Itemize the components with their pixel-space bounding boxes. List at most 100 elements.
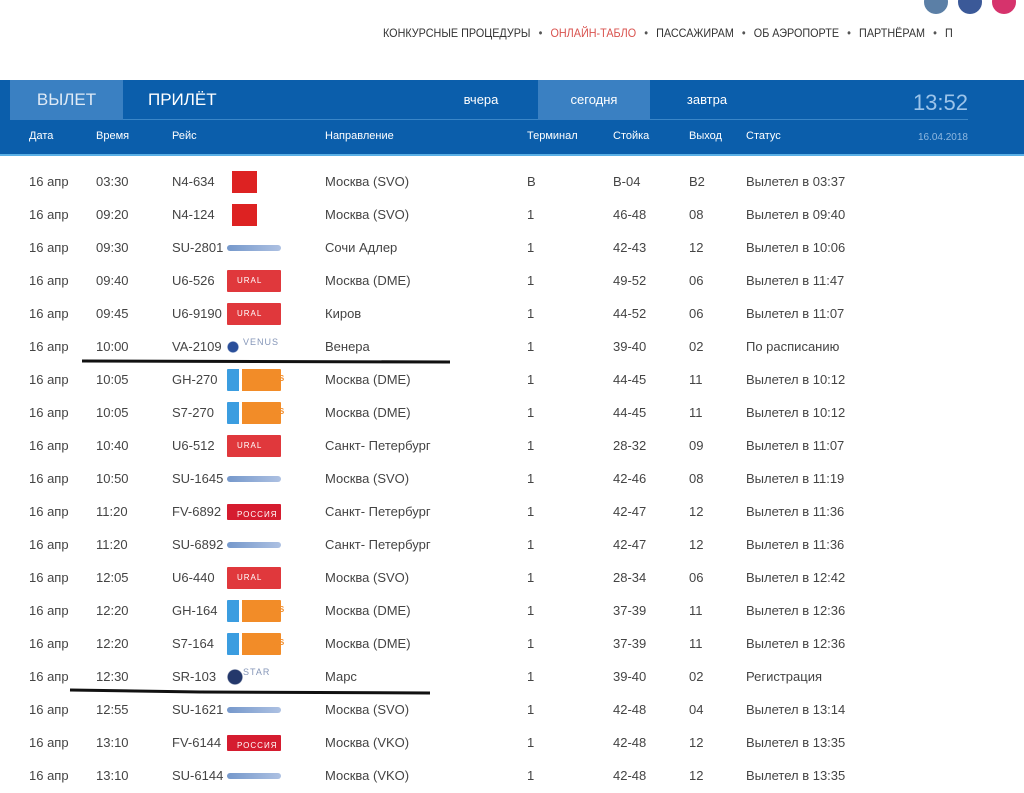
gate-cell: 02 xyxy=(689,339,704,354)
status-cell: Вылетел в 11:36 xyxy=(746,504,845,519)
table-row[interactable]: 16 апр 10:40 U6-512 URAL Санкт- Петербург 1 28… xyxy=(0,430,1024,463)
destination-cell: Москва (DME) xyxy=(325,603,411,618)
terminal-cell: 1 xyxy=(527,768,535,783)
table-row[interactable]: 16 апр 12:20 GH-164 GLOBUS Москва (DME) 1 37-3… xyxy=(0,595,1024,628)
status-cell: Вылетел в 10:12 xyxy=(746,405,846,420)
table-row[interactable]: 16 апр 11:20 SU-6892 Санкт- Петербург 1 42-47… xyxy=(0,529,1024,562)
flight-cell: N4-124 xyxy=(172,207,215,222)
counter-cell: 42-47 xyxy=(613,537,647,552)
date-cell: 16 апр xyxy=(29,702,69,717)
table-row[interactable]: 16 апр 09:45 U6-9190 URAL Киров 1 44-52 06 Вылет… xyxy=(0,298,1024,331)
flight-cell: FV-6892 xyxy=(172,504,222,519)
column-header: Время xyxy=(96,130,130,142)
nav-link[interactable]: ОБ АЭРОПОРТЕ xyxy=(754,26,839,40)
flight-cell: GH-164 xyxy=(172,603,218,618)
gate-cell: 02 xyxy=(689,669,704,684)
facebook-icon[interactable] xyxy=(958,0,982,14)
date-cell: 16 апр xyxy=(29,207,69,222)
date-cell: 16 апр xyxy=(29,570,69,585)
terminal-cell: 1 xyxy=(527,273,535,288)
flight-cell: SU-2801 xyxy=(172,240,224,255)
gate-cell: 11 xyxy=(689,603,703,618)
destination-cell: Москва (VKO) xyxy=(325,735,410,750)
status-cell: Вылетел в 11:19 xyxy=(746,471,845,486)
status-cell: Вылетел в 11:36 xyxy=(746,537,845,552)
board-tabs: ВЫЛЕТ ПРИЛЁТ вчера сегодня завтра xyxy=(10,80,968,120)
status-cell: Вылетел в 10:06 xyxy=(746,240,846,255)
table-row[interactable]: 16 апр 12:30 SR-103 STAR Марс 1 39-40 02 Регистр… xyxy=(0,661,1024,694)
gate-cell: 12 xyxy=(689,537,704,552)
aeroflot-logo xyxy=(227,245,281,251)
status-cell: Вылетел в 12:42 xyxy=(746,570,846,585)
starlines-logo: STAR xyxy=(227,666,281,688)
vk-icon[interactable] xyxy=(924,0,948,14)
table-row[interactable]: 16 апр 13:10 FV-6144 РОССИЯ Москва (VKO) 1 42-… xyxy=(0,727,1024,760)
gate-cell: 06 xyxy=(689,273,704,288)
flight-cell: SU-1645 xyxy=(172,471,224,486)
table-row[interactable]: 16 апр 12:20 S7-164 GLOBUS Москва (DME) 1 37-3… xyxy=(0,628,1024,661)
table-row[interactable]: 16 апр 12:05 U6-440 URAL Москва (SVO) 1 28-34 0… xyxy=(0,562,1024,595)
counter-cell: 28-34 xyxy=(613,570,647,585)
date-cell: 16 апр xyxy=(29,636,69,651)
ural-logo: URAL xyxy=(227,567,281,589)
tab-departures[interactable]: ВЫЛЕТ xyxy=(10,80,123,120)
time-cell: 12:20 xyxy=(96,636,129,651)
table-row[interactable]: 16 апр 09:20 N4-124 Москва (SVO) 1 46-48 08 Выл… xyxy=(0,199,1024,232)
destination-cell: Сочи Адлер xyxy=(325,240,398,255)
gate-cell: 11 xyxy=(689,372,703,387)
time-cell: 09:30 xyxy=(96,240,129,255)
instagram-icon[interactable] xyxy=(992,0,1016,14)
tab-arrivals[interactable]: ПРИЛЁТ xyxy=(148,80,217,120)
date-cell: 16 апр xyxy=(29,438,69,453)
table-row[interactable]: 16 апр 12:55 SU-1621 Москва (SVO) 1 42-48 04 Вы… xyxy=(0,694,1024,727)
flight-cell: SU-6144 xyxy=(172,768,224,783)
flight-cell: SR-103 xyxy=(172,669,217,684)
rossiya-logo: РОССИЯ xyxy=(227,735,281,751)
counter-cell: 46-48 xyxy=(613,207,647,222)
ural-logo: URAL xyxy=(227,435,281,457)
flight-cell: U6-526 xyxy=(172,273,215,288)
time-cell: 09:20 xyxy=(96,207,129,222)
globus-logo: GLOBUS xyxy=(227,402,284,424)
date-cell: 16 апр xyxy=(29,669,69,684)
gate-cell: B2 xyxy=(689,174,705,189)
table-row[interactable]: 16 апр 09:40 U6-526 URAL Москва (DME) 1 49-52 0… xyxy=(0,265,1024,298)
nav-link[interactable]: ПАРТНЁРАМ xyxy=(859,26,925,40)
terminal-cell: 1 xyxy=(527,207,535,222)
terminal-cell: 1 xyxy=(527,405,535,420)
flight-cell: S7-164 xyxy=(172,636,214,651)
counter-cell: 28-32 xyxy=(613,438,647,453)
table-row[interactable]: 16 апр 11:20 FV-6892 РОССИЯ Санкт- Петербург… xyxy=(0,496,1024,529)
flight-cell: N4-634 xyxy=(172,174,215,189)
gate-cell: 12 xyxy=(689,240,704,255)
day-yesterday[interactable]: вчера xyxy=(440,80,522,120)
nav-link[interactable]: ОНЛАЙН-ТАБЛО xyxy=(550,26,636,40)
time-cell: 03:30 xyxy=(96,174,129,189)
ural-logo: URAL xyxy=(227,270,281,292)
date-cell: 16 апр xyxy=(29,537,69,552)
destination-cell: Москва (SVO) xyxy=(325,570,410,585)
nav-link[interactable]: П xyxy=(945,26,953,40)
table-row[interactable]: 16 апр 10:05 GH-270 GLOBUS Москва (DME) 1 44-4… xyxy=(0,364,1024,397)
counter-cell: 42-48 xyxy=(613,702,647,717)
destination-cell: Санкт- Петербург xyxy=(325,504,431,519)
table-row[interactable]: 16 апр 10:50 SU-1645 Москва (SVO) 1 42-46 08 Вы… xyxy=(0,463,1024,496)
destination-cell: Москва (VKO) xyxy=(325,768,410,783)
table-row[interactable]: 16 апр 09:30 SU-2801 Сочи Адлер 1 42-43 12 Выле… xyxy=(0,232,1024,265)
table-row[interactable]: 16 апр 13:10 SU-6144 Москва (VKO) 1 42-48 12 Вы… xyxy=(0,760,1024,793)
table-row[interactable]: 16 апр 03:30 N4-634 Москва (SVO) B B-04 B2 Выле… xyxy=(0,166,1024,199)
nav-link[interactable]: КОНКУРСНЫЕ ПРОЦЕДУРЫ xyxy=(383,26,530,40)
day-today[interactable]: сегодня xyxy=(538,80,650,120)
date-cell: 16 апр xyxy=(29,504,69,519)
date-cell: 16 апр xyxy=(29,372,69,387)
table-row[interactable]: 16 апр 10:00 VA-2109 VENUS Венера 1 39-40 02 По … xyxy=(0,331,1024,364)
date-cell: 16 апр xyxy=(29,339,69,354)
column-header: Статус xyxy=(746,130,781,142)
table-row[interactable]: 16 апр 10:05 S7-270 GLOBUS Москва (DME) 1 44-4… xyxy=(0,397,1024,430)
nav-link[interactable]: ПАССАЖИРАМ xyxy=(656,26,734,40)
counter-cell: 42-43 xyxy=(613,240,647,255)
date-cell: 16 апр xyxy=(29,174,69,189)
time-cell: 10:50 xyxy=(96,471,129,486)
destination-cell: Москва (SVO) xyxy=(325,702,410,717)
day-tomorrow[interactable]: завтра xyxy=(666,80,748,120)
